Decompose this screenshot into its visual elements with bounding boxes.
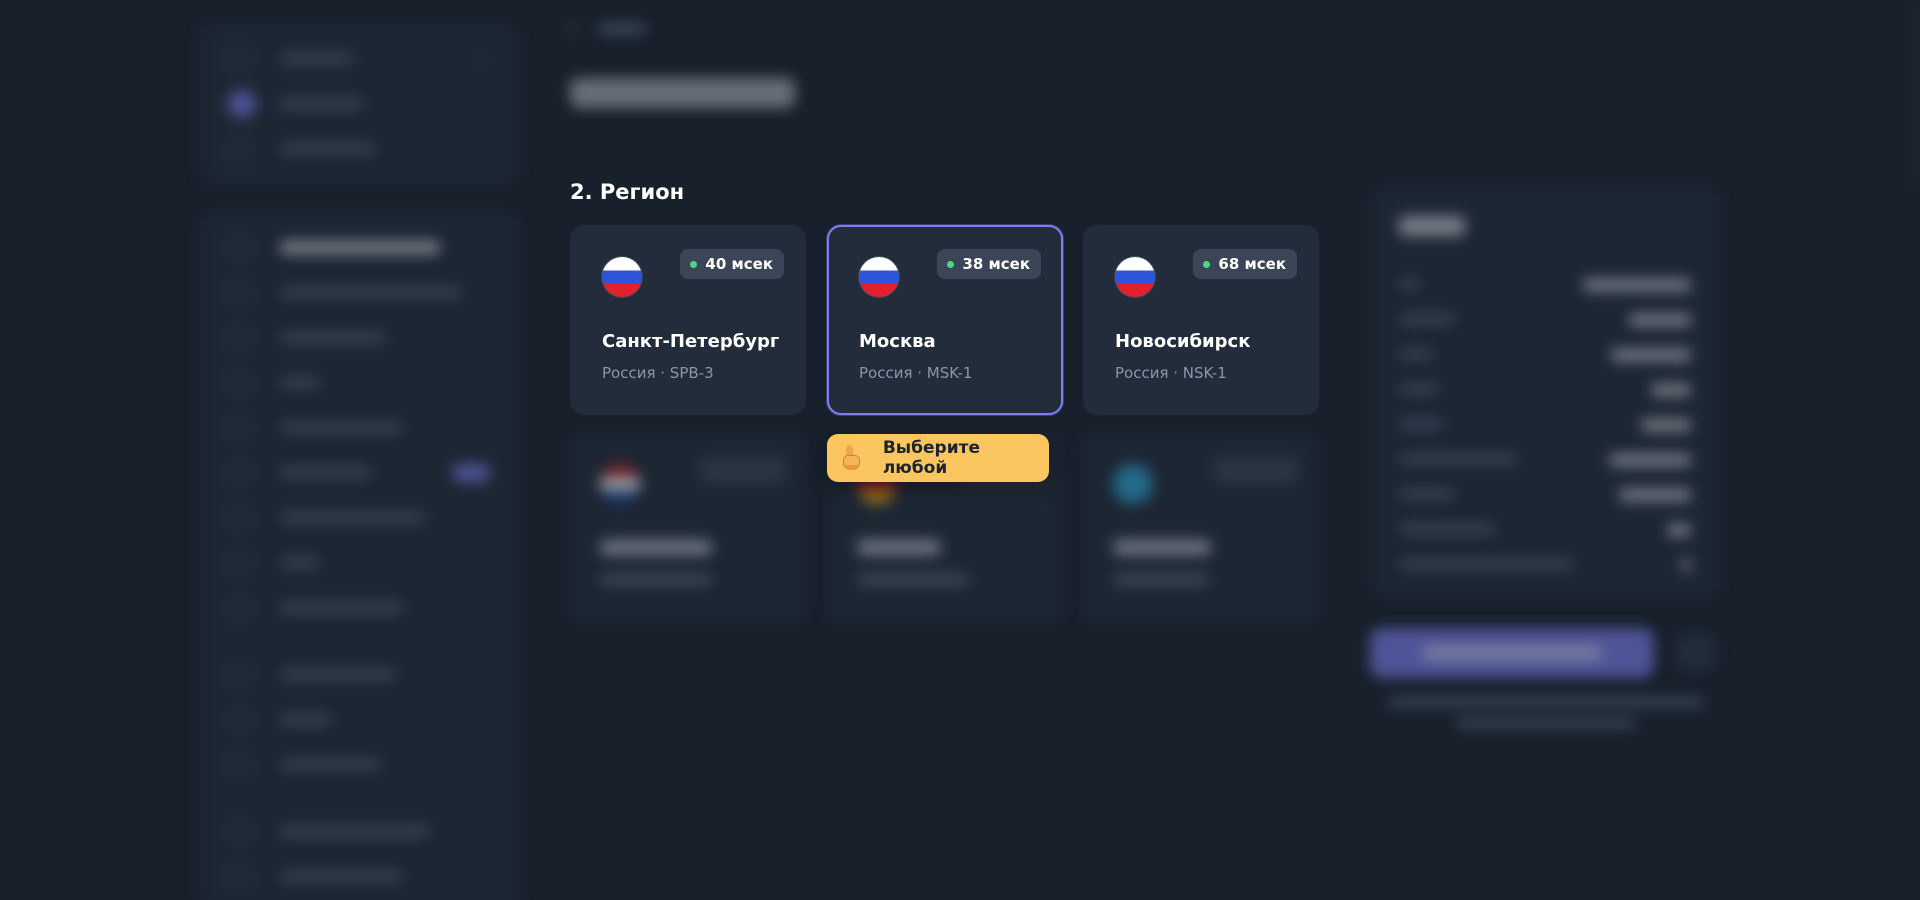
wallet-icon bbox=[228, 820, 250, 843]
chat-icon bbox=[228, 865, 250, 888]
sidebar-item-support[interactable] bbox=[228, 854, 490, 899]
region-card-spb[interactable]: 40 мсек Санкт-Петербург Россия · SPB-3 bbox=[570, 225, 806, 415]
image-icon bbox=[228, 596, 250, 619]
settings-icon[interactable] bbox=[1676, 633, 1714, 671]
folder-icon bbox=[228, 47, 250, 70]
sidebar-item-clusters[interactable] bbox=[228, 450, 490, 495]
summary-row bbox=[1399, 524, 1691, 536]
summary-note bbox=[1388, 697, 1704, 707]
kazakhstan-flag-icon bbox=[1113, 464, 1153, 504]
summary-row bbox=[1399, 314, 1691, 326]
region-card-netherlands[interactable] bbox=[570, 434, 806, 622]
chart-icon bbox=[228, 753, 250, 776]
ping-badge: 40 мсек bbox=[680, 249, 784, 279]
avatar bbox=[228, 89, 256, 118]
sidebar-item-databases[interactable] bbox=[228, 315, 490, 360]
summary-title bbox=[1399, 216, 1465, 236]
new-badge bbox=[452, 463, 490, 482]
region-country-code: Россия · MSK-1 bbox=[859, 364, 973, 382]
chevron-left-icon bbox=[567, 21, 583, 37]
russia-flag-icon bbox=[1115, 257, 1155, 297]
ping-badge bbox=[700, 456, 786, 484]
summary-row bbox=[1399, 559, 1691, 571]
summary-note bbox=[1456, 718, 1636, 728]
sidebar-item-domains[interactable] bbox=[228, 652, 490, 697]
page-title bbox=[570, 78, 795, 108]
select-any-tooltip: Выберите любой bbox=[827, 434, 1049, 482]
sidebar-item-billing[interactable] bbox=[228, 809, 490, 854]
globe-icon bbox=[228, 663, 250, 686]
sidebar-item-current-project[interactable] bbox=[228, 81, 490, 126]
region-country-code: Россия · NSK-1 bbox=[1115, 364, 1227, 382]
region-card-msk[interactable]: 38 мсек Москва Россия · MSK-1 bbox=[827, 225, 1063, 415]
cloud-icon bbox=[228, 236, 250, 259]
sidebar-item-storage[interactable] bbox=[228, 405, 490, 450]
summary-row bbox=[1399, 349, 1691, 361]
ping-badge bbox=[1213, 456, 1299, 484]
key-icon bbox=[228, 708, 250, 731]
russia-flag-icon bbox=[602, 257, 642, 297]
ping-badge: 38 мсек bbox=[937, 249, 1041, 279]
sidebar-item-access[interactable] bbox=[228, 697, 490, 742]
sidebar-item-networks[interactable] bbox=[228, 540, 490, 585]
region-card-kazakhstan[interactable] bbox=[1083, 434, 1319, 622]
summary-row bbox=[1399, 384, 1691, 396]
tooltip-text: Выберите любой bbox=[882, 438, 981, 478]
plus-icon bbox=[228, 137, 250, 160]
region-city: Санкт-Петербург bbox=[602, 331, 780, 352]
chevron-down-icon bbox=[474, 57, 490, 60]
order-button[interactable] bbox=[1370, 628, 1654, 678]
russia-flag-icon bbox=[859, 257, 899, 297]
server-icon bbox=[228, 281, 250, 304]
status-dot-icon bbox=[947, 260, 955, 268]
sidebar-item-create-project[interactable] bbox=[228, 126, 490, 171]
storage-icon bbox=[228, 416, 250, 439]
breadcrumb[interactable] bbox=[567, 21, 646, 37]
sidebar-project-card bbox=[200, 22, 518, 185]
region-card-nsk[interactable]: 68 мсек Новосибирск Россия · NSK-1 bbox=[1083, 225, 1319, 415]
order-summary-panel bbox=[1372, 186, 1718, 598]
sidebar-nav-card bbox=[200, 211, 518, 900]
database-icon bbox=[228, 326, 250, 349]
status-dot-icon bbox=[690, 260, 698, 268]
region-city: Новосибирск bbox=[1115, 331, 1251, 352]
ping-value: 68 мсек bbox=[1218, 255, 1286, 273]
netherlands-flag-icon bbox=[600, 464, 640, 504]
ping-badge: 68 мсек bbox=[1193, 249, 1297, 279]
region-country-code: Россия · SPB-3 bbox=[602, 364, 714, 382]
balancer-icon bbox=[228, 506, 250, 529]
summary-row bbox=[1399, 454, 1691, 466]
network-icon bbox=[228, 551, 250, 574]
sidebar-item-monitoring[interactable] bbox=[228, 742, 490, 787]
ping-value: 38 мсек bbox=[962, 255, 1030, 273]
sidebar-item-balancers[interactable] bbox=[228, 495, 490, 540]
summary-row bbox=[1399, 489, 1691, 501]
sidebar-item-disks[interactable] bbox=[228, 360, 490, 405]
summary-row bbox=[1399, 419, 1691, 431]
sidebar-item-projects[interactable] bbox=[228, 36, 490, 81]
sidebar bbox=[200, 22, 518, 900]
pointing-hand-icon bbox=[841, 445, 863, 471]
region-section-title: 2. Регион bbox=[570, 180, 685, 204]
summary-row bbox=[1399, 279, 1691, 291]
page-scrollbar[interactable] bbox=[1914, 0, 1920, 190]
cluster-icon bbox=[228, 461, 250, 484]
disk-icon bbox=[228, 371, 250, 394]
region-city: Москва bbox=[859, 331, 936, 352]
sidebar-item-cloud-servers[interactable] bbox=[228, 225, 490, 270]
status-dot-icon bbox=[1203, 260, 1211, 268]
sidebar-item-dedicated-servers[interactable] bbox=[228, 270, 490, 315]
sidebar-item-images[interactable] bbox=[228, 585, 490, 630]
ping-value: 40 мсек bbox=[705, 255, 773, 273]
